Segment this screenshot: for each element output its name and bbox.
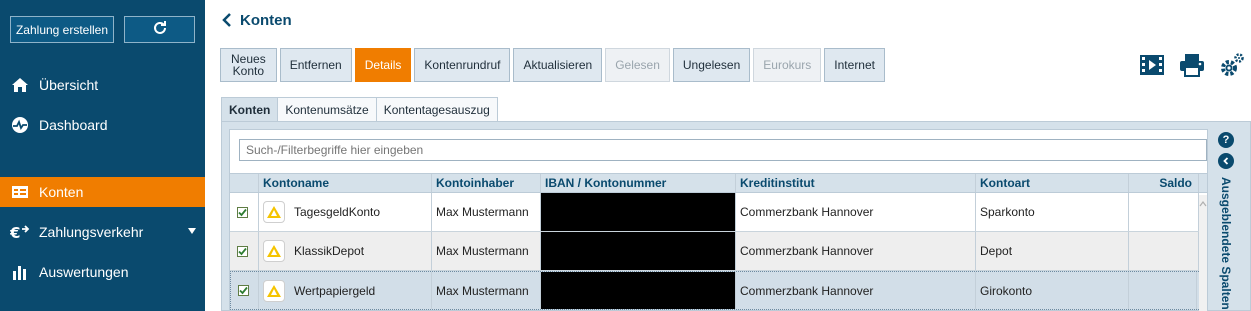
row-checkbox[interactable] xyxy=(238,285,249,296)
column-header-bank[interactable]: Kreditinstitut xyxy=(736,174,976,192)
accounts-table: Kontoname Kontoinhaber IBAN / Kontonumme… xyxy=(230,173,1207,310)
column-header-owner[interactable]: Kontoinhaber xyxy=(432,174,541,192)
row-checkbox[interactable] xyxy=(237,245,248,257)
table-row-selected[interactable]: Wertpapiergeld Max Mustermann Commerzban… xyxy=(230,271,1207,310)
tab-bar: Konten Kontenumsätze Kontentagesauszug xyxy=(221,97,498,121)
owner-cell: Max Mustermann xyxy=(432,272,541,309)
table-header: Kontoname Kontoinhaber IBAN / Kontonumme… xyxy=(230,173,1207,193)
page-header: Konten xyxy=(220,10,292,30)
owner-cell: Max Mustermann xyxy=(432,232,541,270)
sidebar-item-label: Konten xyxy=(39,184,84,200)
create-payment-button[interactable]: Zahlung erstellen xyxy=(10,16,114,43)
account-type-cell: Sparkonto xyxy=(976,193,1129,231)
page-title: Konten xyxy=(240,11,292,29)
balance-cell xyxy=(1129,232,1199,270)
sidebar-item-label: Übersicht xyxy=(39,77,99,93)
sidebar-item-label: Zahlungsverkehr xyxy=(39,224,144,240)
chevron-down-icon[interactable] xyxy=(188,228,196,234)
column-header-balance[interactable]: Saldo xyxy=(1129,174,1199,192)
table-scrollbar[interactable] xyxy=(1199,195,1207,311)
column-header-iban[interactable]: IBAN / Kontonummer xyxy=(541,174,736,192)
internet-button[interactable]: Internet xyxy=(824,48,885,82)
euro-rate-button[interactable]: Eurokurs xyxy=(753,48,822,82)
tab-account-transactions[interactable]: Kontenumsätze xyxy=(277,97,377,121)
iban-cell-redacted xyxy=(541,272,736,309)
details-button[interactable]: Details xyxy=(354,48,412,82)
mark-unread-button[interactable]: Ungelesen xyxy=(672,48,751,82)
row-select-cell xyxy=(230,232,259,270)
sidebar-item-label: Dashboard xyxy=(39,117,108,133)
mark-read-button[interactable]: Gelesen xyxy=(605,48,670,82)
refresh-button[interactable] xyxy=(124,16,195,43)
account-name: KlassikDepot xyxy=(294,244,365,258)
balance-cell xyxy=(1129,272,1197,309)
accounts-icon xyxy=(10,182,30,202)
tab-accounts[interactable]: Konten xyxy=(221,97,279,121)
column-header-account-type[interactable]: Kontoart xyxy=(976,174,1129,192)
bank-logo-icon xyxy=(263,201,285,223)
payments-icon: € xyxy=(10,222,30,242)
account-type-cell: Depot xyxy=(976,232,1129,270)
sidebar-item-reports[interactable]: Auswertungen xyxy=(0,257,205,287)
sidebar-item-overview[interactable]: Übersicht xyxy=(0,70,205,100)
table-row[interactable]: KlassikDepot Max Mustermann Commerzbank … xyxy=(230,232,1207,271)
row-select-cell xyxy=(231,272,259,309)
expand-chevron-icon[interactable] xyxy=(1218,153,1234,169)
account-name-cell: TagesgeldKonto xyxy=(259,193,432,231)
accounts-grid-container: Kontoname Kontoinhaber IBAN / Kontonumme… xyxy=(229,129,1208,311)
help-icon[interactable]: ? xyxy=(1218,132,1234,148)
bank-logo-icon xyxy=(263,240,285,262)
table-row[interactable]: TagesgeldKonto Max Mustermann Commerzban… xyxy=(230,193,1207,232)
new-account-label-line2: Konto xyxy=(232,64,265,78)
toolbar-right-icons xyxy=(1139,52,1245,78)
toolbar: Neues Konto Entfernen Details Kontenrund… xyxy=(220,48,885,82)
settings-gear-icon[interactable] xyxy=(1219,52,1245,78)
svg-text:€: € xyxy=(10,224,20,240)
sidebar-item-payments[interactable]: € Zahlungsverkehr xyxy=(0,217,205,247)
sidebar-top-actions: Zahlung erstellen xyxy=(10,16,195,43)
account-name-cell: KlassikDepot xyxy=(259,232,432,270)
balance-cell xyxy=(1129,193,1199,231)
hidden-columns-label: Ausgeblendete Spalten xyxy=(1219,177,1233,310)
chart-icon xyxy=(10,262,30,282)
search-input[interactable] xyxy=(239,139,1207,161)
sidebar: Zahlung erstellen Übersicht Dashboard Ko… xyxy=(0,0,205,311)
tab-daily-statement[interactable]: Kontentagesauszug xyxy=(375,97,498,121)
print-icon[interactable] xyxy=(1179,53,1205,77)
hidden-columns-panel[interactable]: ? Ausgeblendete Spalten xyxy=(1214,129,1238,311)
column-header-account-name[interactable]: Kontoname xyxy=(259,174,432,192)
account-name: TagesgeldKonto xyxy=(294,205,381,219)
remove-button[interactable]: Entfernen xyxy=(279,48,352,82)
account-name-cell: Wertpapiergeld xyxy=(259,272,432,309)
header-select-cell xyxy=(230,174,259,192)
video-icon[interactable] xyxy=(1139,53,1165,77)
refresh-icon xyxy=(152,20,168,39)
account-poll-button[interactable]: Kontenrundruf xyxy=(414,48,511,82)
iban-cell-redacted xyxy=(541,232,736,270)
bank-logo-icon xyxy=(263,279,285,302)
bank-cell: Commerzbank Hannover xyxy=(736,232,976,270)
back-chevron-icon[interactable] xyxy=(220,10,234,30)
account-name: Wertpapiergeld xyxy=(294,283,376,298)
owner-cell: Max Mustermann xyxy=(432,193,541,231)
home-icon xyxy=(10,75,30,95)
dashboard-icon xyxy=(10,115,30,135)
row-checkbox[interactable] xyxy=(237,206,248,218)
bank-cell: Commerzbank Hannover xyxy=(736,193,976,231)
sidebar-item-label: Auswertungen xyxy=(39,264,129,280)
account-type-cell: Girokonto xyxy=(976,272,1129,309)
update-button[interactable]: Aktualisieren xyxy=(513,48,603,82)
accounts-panel: Kontoname Kontoinhaber IBAN / Kontonumme… xyxy=(221,121,1251,311)
sidebar-item-accounts[interactable]: Konten xyxy=(0,177,205,207)
iban-cell-redacted xyxy=(541,193,736,231)
row-select-cell xyxy=(230,193,259,231)
bank-cell: Commerzbank Hannover xyxy=(736,272,976,309)
new-account-button[interactable]: Neues Konto xyxy=(220,48,277,82)
sidebar-item-dashboard[interactable]: Dashboard xyxy=(0,110,205,140)
